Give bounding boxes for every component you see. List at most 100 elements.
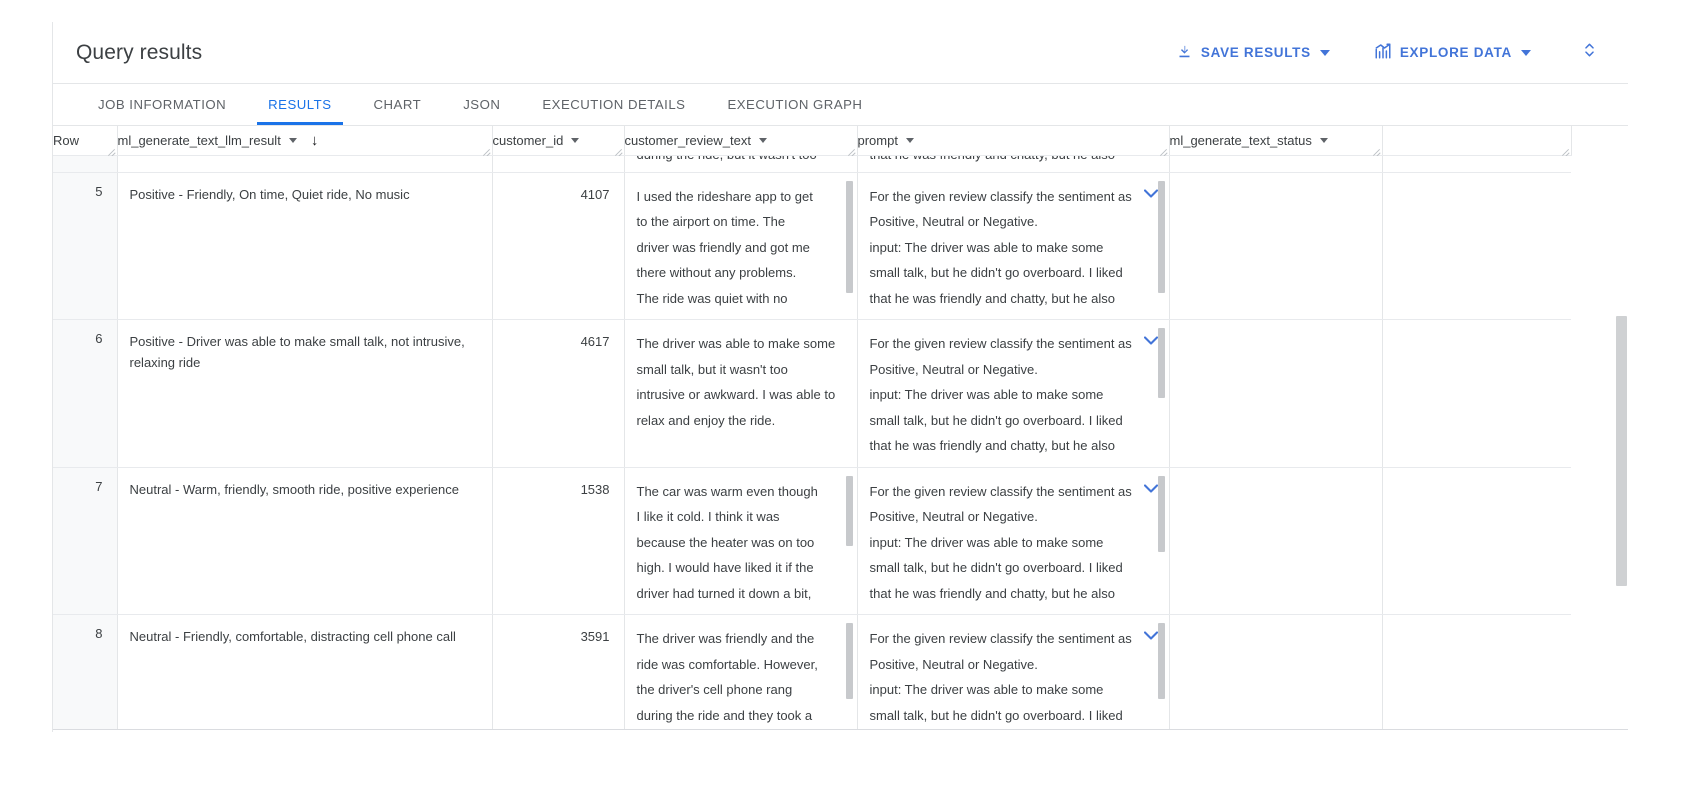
column-resize-grip[interactable]: [1372, 146, 1381, 155]
cell-ml-generate-text-llm-result[interactable]: Positive - Friendly, On time, Quiet ride…: [117, 172, 493, 320]
prompt-scroller[interactable]: For the given review classify the sentim…: [858, 320, 1169, 467]
review-text-scroller[interactable]: The car was warm even though I like it c…: [625, 468, 857, 615]
column-header-prompt[interactable]: prompt: [857, 126, 1170, 156]
cell-prompt[interactable]: For the given review classify the sentim…: [857, 319, 1170, 468]
cell-scrollbar-thumb[interactable]: [845, 180, 853, 293]
column-header-ml-generate-text-llm-result[interactable]: ml_generate_text_llm_result ↓: [117, 126, 493, 156]
page-title: Query results: [76, 40, 203, 64]
row-number-cell: 6: [53, 319, 118, 468]
column-resize-grip[interactable]: [847, 146, 856, 155]
column-resize-grip[interactable]: [614, 146, 623, 155]
results-table: Row ml_generate_text_llm_result ↓ custom…: [53, 126, 1572, 730]
save-results-button[interactable]: SAVE RESULTS: [1168, 37, 1338, 69]
table-row: 8 Neutral - Friendly, comfortable, distr…: [53, 614, 1571, 730]
cell-ml-generate-text-llm-result[interactable]: Neutral - Friendly, comfortable, distrac…: [117, 614, 493, 730]
review-text-scroller[interactable]: I used the rideshare app to get to the a…: [625, 173, 857, 320]
customer-id-value: 1538: [580, 481, 610, 497]
review-text-scroller[interactable]: The driver was able to make some small t…: [625, 320, 857, 467]
tab-results[interactable]: RESULTS: [247, 84, 352, 125]
tab-job-information[interactable]: JOB INFORMATION: [77, 84, 247, 125]
screenshot-root: Query results SAVE RESULTS EXPLORE DATA …: [0, 0, 1700, 786]
sort-descending-icon[interactable]: ↓: [311, 133, 319, 148]
cell-ml-generate-text-status[interactable]: [1169, 467, 1383, 615]
chevron-down-icon: [1319, 49, 1330, 56]
tab-execution-details[interactable]: EXECUTION DETAILS: [521, 84, 706, 125]
prompt-line: For the given review classify the sentim…: [869, 483, 1132, 499]
results-scrollbar-thumb[interactable]: [1616, 316, 1627, 586]
cell-customer-id[interactable]: 4107: [492, 172, 625, 320]
cell-prompt[interactable]: that he was friendly and chatty, but he …: [857, 155, 1170, 173]
customer-id-value: 3591: [580, 629, 610, 644]
chevron-down-icon[interactable]: [1319, 137, 1328, 143]
tab-chart[interactable]: CHART: [353, 84, 443, 125]
cell-spacer: [1382, 614, 1571, 730]
cell-scrollbar-thumb[interactable]: [845, 623, 853, 699]
review-line: I used the rideshare app to get: [636, 188, 813, 204]
explore-data-button[interactable]: EXPLORE DATA: [1366, 36, 1539, 69]
chevron-down-icon[interactable]: [571, 137, 580, 143]
review-line: small talk, but it wasn't too: [636, 361, 788, 377]
cell-customer-review-text[interactable]: The driver was friendly and the ride was…: [624, 614, 858, 730]
expand-collapse-button[interactable]: [1575, 36, 1604, 69]
cell-ml-generate-text-status[interactable]: [1169, 155, 1383, 173]
column-header-customer-id[interactable]: customer_id: [492, 126, 625, 156]
chevron-down-icon[interactable]: [905, 137, 914, 143]
cell-customer-id[interactable]: 1538: [492, 467, 625, 615]
cell-ml-generate-text-status[interactable]: [1169, 614, 1383, 730]
cell-ml-generate-text-status[interactable]: [1169, 172, 1383, 320]
tab-json[interactable]: JSON: [442, 84, 521, 125]
cell-scrollbar-thumb[interactable]: [1157, 180, 1165, 293]
cell-customer-id[interactable]: 3591: [492, 614, 625, 730]
cell-ml-generate-text-llm-result[interactable]: Positive - Driver was able to make small…: [117, 319, 493, 468]
column-header-row[interactable]: Row: [53, 126, 118, 156]
prompt-line: small talk, but he didn't go overboard. …: [869, 412, 1123, 428]
cell-prompt[interactable]: For the given review classify the sentim…: [857, 172, 1170, 320]
chevron-down-icon[interactable]: [288, 137, 297, 143]
cell-customer-review-text[interactable]: The driver was able to make some small t…: [624, 319, 858, 468]
tab-execution-graph[interactable]: EXECUTION GRAPH: [706, 84, 883, 125]
cell-customer-review-text[interactable]: I used the rideshare app to get to the a…: [624, 172, 858, 320]
cell-scrollbar-thumb[interactable]: [1157, 328, 1165, 398]
column-resize-grip[interactable]: [107, 146, 116, 155]
column-resize-grip[interactable]: [482, 146, 491, 155]
cell-customer-review-text[interactable]: during the ride, but it wasn't too: [624, 155, 858, 173]
cell-scrollbar-thumb[interactable]: [1157, 475, 1165, 552]
prompt-scroller[interactable]: For the given review classify the sentim…: [858, 468, 1169, 615]
review-line: during the ride and they took a: [636, 707, 813, 723]
cell-customer-review-text[interactable]: The car was warm even though I like it c…: [624, 467, 858, 615]
cell-scrollbar-thumb[interactable]: [1157, 623, 1165, 699]
prompt-scroller[interactable]: For the given review classify the sentim…: [858, 173, 1169, 320]
prompt-line: Positive, Neutral or Negative.: [869, 361, 1038, 377]
cell-ml-generate-text-llm-result[interactable]: [117, 155, 493, 173]
prompt-line: that he was friendly and chatty, but he …: [869, 438, 1115, 453]
review-line: high. I would have liked it if the: [636, 560, 814, 575]
cell-scrollbar-thumb[interactable]: [845, 475, 853, 546]
review-line: relax and enjoy the ride.: [636, 412, 776, 428]
prompt-line: input: The driver was able to make some: [869, 534, 1104, 550]
cell-ml-generate-text-status[interactable]: [1169, 319, 1383, 468]
status-value: [1170, 320, 1382, 341]
chevron-down-icon[interactable]: [758, 137, 767, 143]
cell-prompt[interactable]: For the given review classify the sentim…: [857, 614, 1170, 730]
row-number-cell: [53, 155, 118, 173]
review-line: The car was warm even though: [636, 483, 818, 499]
column-resize-grip[interactable]: [1159, 146, 1168, 155]
results-vertical-scrollbar[interactable]: [1614, 126, 1628, 730]
column-header-label: customer_id: [492, 132, 564, 148]
explore-data-label: EXPLORE DATA: [1399, 45, 1512, 60]
cell-prompt[interactable]: For the given review classify the sentim…: [857, 467, 1170, 615]
customer-id-value: 4107: [580, 186, 610, 202]
prompt-scroller[interactable]: For the given review classify the sentim…: [858, 615, 1169, 730]
column-header-ml-generate-text-status[interactable]: ml_generate_text_status: [1169, 126, 1383, 156]
llm-result-text: Positive - Driver was able to make small…: [129, 334, 465, 370]
cell-ml-generate-text-llm-result[interactable]: Neutral - Warm, friendly, smooth ride, p…: [117, 467, 493, 615]
review-line: there without any problems.: [636, 265, 797, 280]
column-resize-grip[interactable]: [1561, 146, 1570, 155]
cell-customer-id[interactable]: [492, 155, 625, 173]
column-header-customer-review-text[interactable]: customer_review_text: [624, 126, 858, 156]
review-text-scroller[interactable]: The driver was friendly and the ride was…: [625, 615, 857, 730]
cell-customer-id[interactable]: 4617: [492, 319, 625, 468]
prompt-line: For the given review classify the sentim…: [869, 631, 1132, 646]
customer-id-value: 4617: [580, 334, 610, 349]
review-line: The ride was quiet with no: [636, 290, 788, 306]
